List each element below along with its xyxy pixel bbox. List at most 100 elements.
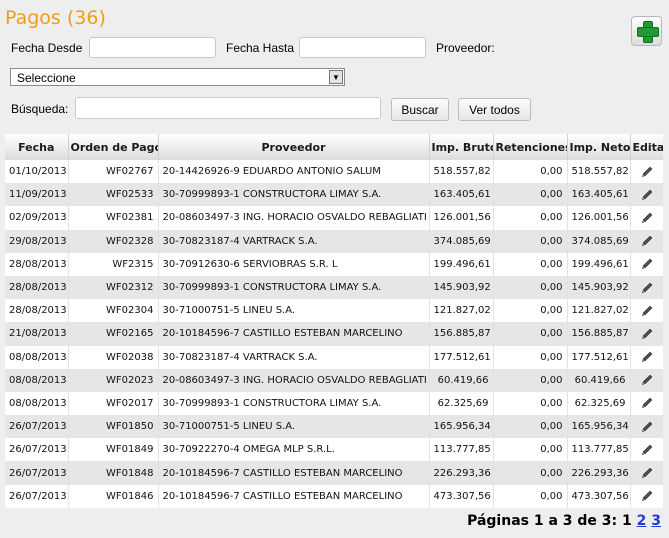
cell-imp-neto: 518.557,82 xyxy=(566,160,630,184)
header-imp-neto[interactable]: Imp. Neto xyxy=(566,134,630,160)
pencil-icon[interactable] xyxy=(640,211,654,225)
cell-retenciones: 0,00 xyxy=(492,461,567,485)
cell-proveedor: 20-10184596-7 CASTILLO ESTEBAN MARCELINO xyxy=(157,461,429,485)
cell-editar xyxy=(629,206,663,230)
cell-orden-de-pago: WF02165 xyxy=(67,322,158,346)
cell-editar xyxy=(629,275,663,300)
table-row: 08/08/2013 WF02017 30-70999893-1 CONSTRUCT… xyxy=(5,391,663,416)
cell-fecha: 21/08/2013 xyxy=(5,322,68,346)
pencil-icon[interactable] xyxy=(640,373,654,387)
pencil-icon[interactable] xyxy=(640,466,654,480)
fecha-hasta-input[interactable] xyxy=(299,37,426,58)
page-2-link[interactable]: 2 xyxy=(637,513,647,529)
cell-orden-de-pago: WF02328 xyxy=(67,229,158,253)
pencil-icon[interactable] xyxy=(640,304,654,318)
cell-orden-de-pago: WF02017 xyxy=(67,391,158,416)
cell-orden-de-pago: WF01846 xyxy=(67,484,158,508)
cell-proveedor: 20-08603497-3 ING. HORACIO OSVALDO REBAG… xyxy=(157,206,429,230)
pencil-icon[interactable] xyxy=(640,281,654,295)
header-retenciones[interactable]: Retenciones xyxy=(492,134,567,160)
cell-imp-bruto: 177.512,61 xyxy=(428,345,493,369)
cell-orden-de-pago: WF02304 xyxy=(67,299,158,323)
cell-proveedor: 30-70912630-6 SERVIOBRAS S.R. L xyxy=(157,252,429,276)
table-row: 26/07/2013 WF01850 30-71000751-5 LINEU S.A… xyxy=(5,415,663,439)
cell-imp-neto: 156.885,87 xyxy=(566,322,630,346)
cell-editar xyxy=(629,345,663,369)
cell-orden-de-pago: WF02038 xyxy=(67,345,158,369)
cell-retenciones: 0,00 xyxy=(492,299,567,323)
table-row: 28/08/2013 WF2315 30-70912630-6 SERVIOBRAS… xyxy=(5,252,663,276)
add-payment-button[interactable] xyxy=(631,16,662,46)
pencil-icon[interactable] xyxy=(640,327,654,341)
cell-imp-bruto: 518.557,82 xyxy=(428,160,493,184)
pencil-icon[interactable] xyxy=(640,165,654,179)
fecha-desde-input[interactable] xyxy=(89,37,216,58)
cell-editar xyxy=(629,299,663,323)
pencil-icon[interactable] xyxy=(640,420,654,434)
header-fecha[interactable]: Fecha xyxy=(5,134,68,160)
table-row: 11/09/2013 WF02533 30-70999893-1 CONSTRUCT… xyxy=(5,183,663,207)
cell-imp-neto: 145.903,92 xyxy=(566,275,630,300)
cell-retenciones: 0,00 xyxy=(492,484,567,508)
cell-imp-bruto: 121.827,02 xyxy=(428,299,493,323)
table-row: 28/08/2013 WF02304 30-71000751-5 LINEU S.A… xyxy=(5,299,663,323)
cell-retenciones: 0,00 xyxy=(492,229,567,253)
table-header-row: Fecha Orden de Pago Proveedor Imp. Bruto… xyxy=(5,134,663,160)
buscar-button[interactable]: Buscar xyxy=(391,98,449,121)
page-title: Pagos (36) xyxy=(5,7,106,29)
pencil-icon[interactable] xyxy=(640,443,654,457)
ver-todos-button[interactable]: Ver todos xyxy=(458,98,531,121)
cell-proveedor: 20-14426926-9 EDUARDO ANTONIO SALUM xyxy=(157,160,429,184)
cell-retenciones: 0,00 xyxy=(492,160,567,184)
cell-editar xyxy=(629,183,663,207)
cell-editar xyxy=(629,368,663,392)
cell-imp-bruto: 199.496,61 xyxy=(428,252,493,276)
cell-fecha: 26/07/2013 xyxy=(5,484,68,508)
cell-proveedor: 30-70823187-4 VARTRACK S.A. xyxy=(157,229,429,253)
cell-editar xyxy=(629,160,663,184)
page-3-link[interactable]: 3 xyxy=(651,513,661,529)
header-editar: Editar xyxy=(629,134,663,160)
header-imp-bruto[interactable]: Imp. Bruto xyxy=(428,134,493,160)
header-orden-de-pago[interactable]: Orden de Pago xyxy=(67,134,158,160)
pencil-icon[interactable] xyxy=(640,257,654,271)
cell-imp-bruto: 163.405,61 xyxy=(428,183,493,207)
cell-editar xyxy=(629,391,663,416)
cell-proveedor: 30-70823187-4 VARTRACK S.A. xyxy=(157,345,429,369)
cell-editar xyxy=(629,322,663,346)
table-row: 02/09/2013 WF02381 20-08603497-3 ING. HORA… xyxy=(5,206,663,230)
cell-proveedor: 20-10184596-7 CASTILLO ESTEBAN MARCELINO xyxy=(157,484,429,508)
cell-imp-neto: 165.956,34 xyxy=(566,415,630,439)
pencil-icon[interactable] xyxy=(640,396,654,410)
pencil-icon[interactable] xyxy=(640,188,654,202)
cell-editar xyxy=(629,415,663,439)
cell-fecha: 26/07/2013 xyxy=(5,415,68,439)
pencil-icon[interactable] xyxy=(640,234,654,248)
cell-editar xyxy=(629,252,663,276)
cell-fecha: 01/10/2013 xyxy=(5,160,68,184)
cell-fecha: 08/08/2013 xyxy=(5,345,68,369)
header-proveedor[interactable]: Proveedor xyxy=(157,134,429,160)
pencil-icon[interactable] xyxy=(640,489,654,503)
search-input[interactable] xyxy=(75,97,381,119)
cell-fecha: 28/08/2013 xyxy=(5,252,68,276)
cell-editar xyxy=(629,438,663,462)
cell-orden-de-pago: WF2315 xyxy=(67,252,158,276)
proveedor-selected-value: Seleccione xyxy=(17,71,76,85)
cell-imp-neto: 177.512,61 xyxy=(566,345,630,369)
table-row: 08/08/2013 WF02038 30-70823187-4 VARTRACK … xyxy=(5,345,663,369)
cell-imp-neto: 62.325,69 xyxy=(566,391,630,416)
cell-fecha: 26/07/2013 xyxy=(5,438,68,462)
pencil-icon[interactable] xyxy=(640,350,654,364)
cell-imp-bruto: 62.325,69 xyxy=(428,391,493,416)
cell-imp-bruto: 126.001,56 xyxy=(428,206,493,230)
cell-retenciones: 0,00 xyxy=(492,322,567,346)
cell-proveedor: 30-70999893-1 CONSTRUCTORA LIMAY S.A. xyxy=(157,391,429,416)
cell-orden-de-pago: WF01848 xyxy=(67,461,158,485)
chevron-down-icon[interactable]: ▼ xyxy=(329,70,343,84)
cell-imp-bruto: 165.956,34 xyxy=(428,415,493,439)
proveedor-select[interactable]: Seleccione ▼ xyxy=(10,68,345,86)
cell-fecha: 29/08/2013 xyxy=(5,229,68,253)
fecha-hasta-label: Fecha Hasta xyxy=(226,41,295,55)
cell-fecha: 08/08/2013 xyxy=(5,368,68,392)
